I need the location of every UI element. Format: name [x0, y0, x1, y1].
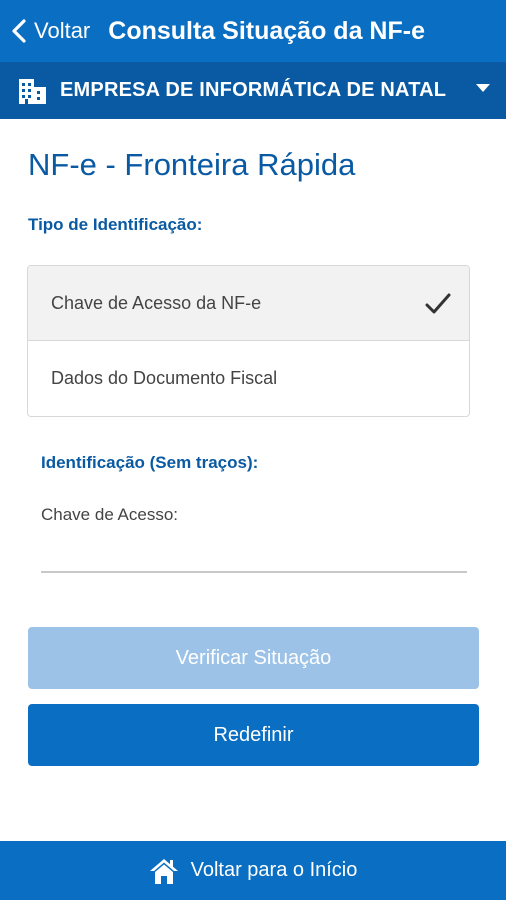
reset-button[interactable]: Redefinir [28, 704, 479, 766]
building-icon [18, 76, 48, 106]
chevron-left-icon [12, 19, 26, 43]
identification-type-options: Chave de Acesso da NF-e Dados do Documen… [27, 265, 470, 417]
app-header: Voltar Consulta Situação da NF-e [0, 0, 506, 62]
app-title: Consulta Situação da NF-e [108, 16, 425, 45]
option-document-data[interactable]: Dados do Documento Fiscal [28, 341, 469, 416]
footer-label: Voltar para o Início [190, 859, 358, 881]
identification-type-label: Tipo de Identificação: [28, 215, 203, 234]
checkmark-icon [425, 293, 451, 314]
back-button[interactable]: Voltar [0, 0, 90, 62]
option-label: Chave de Acesso da NF-e [51, 292, 262, 313]
option-label: Dados do Documento Fiscal [51, 368, 278, 388]
caret-down-icon [476, 84, 490, 92]
identification-label: Identificação (Sem traços): [41, 453, 259, 472]
back-label: Voltar [34, 18, 91, 43]
option-access-key[interactable]: Chave de Acesso da NF-e [28, 266, 469, 341]
company-name: EMPRESA DE INFORMÁTICA DE NATAL [60, 79, 447, 101]
access-key-input[interactable] [41, 535, 467, 573]
verify-status-button[interactable]: Verificar Situação [28, 627, 479, 689]
back-to-home-button[interactable]: Voltar para o Início [0, 841, 506, 900]
home-icon [149, 858, 178, 884]
company-selector[interactable]: EMPRESA DE INFORMÁTICA DE NATAL [0, 62, 506, 119]
access-key-label: Chave de Acesso: [41, 505, 179, 524]
page-title: NF-e - Fronteira Rápida [28, 147, 356, 182]
